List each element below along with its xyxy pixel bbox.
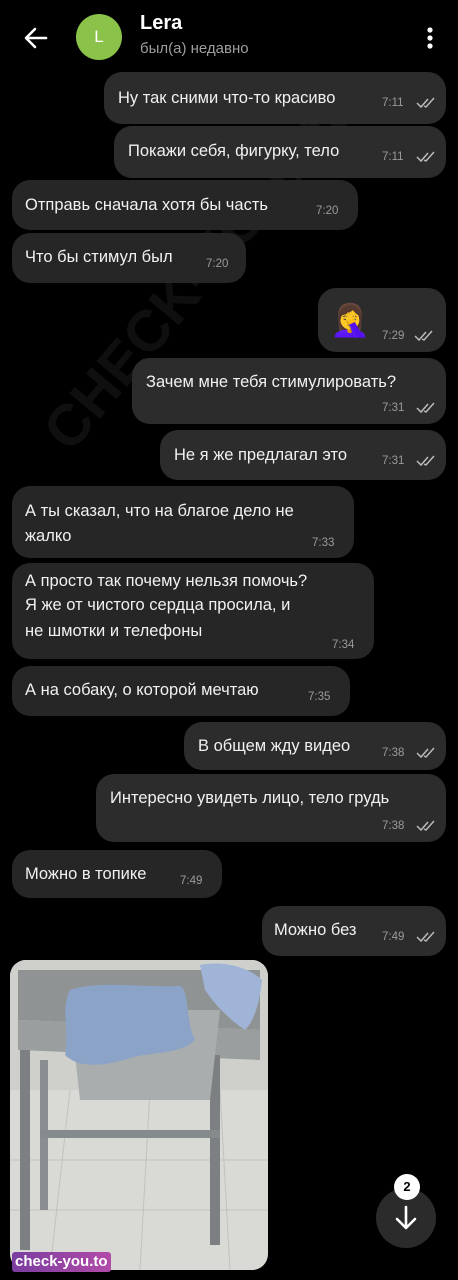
message-photo[interactable]: [10, 960, 268, 1270]
message-text: А на собаку, о которой мечтаю: [25, 681, 259, 699]
message-time: 7:20: [316, 205, 339, 217]
message-text: Что бы стимул был: [25, 248, 173, 266]
message-time: 7:31: [382, 402, 405, 414]
double-check-icon: [416, 455, 435, 467]
arrow-left-icon[interactable]: [20, 22, 52, 54]
message-time: 7:49: [382, 931, 405, 943]
message-incoming[interactable]: А просто так почему нельзя помочь? Я же …: [12, 563, 374, 659]
double-check-icon: [414, 330, 433, 342]
double-check-icon: [416, 402, 435, 414]
double-check-icon: [416, 820, 435, 832]
contact-name[interactable]: Lera: [140, 12, 182, 35]
message-outgoing[interactable]: Интересно увидеть лицо, тело грудь 7:38: [96, 774, 446, 842]
double-check-icon: [416, 151, 435, 163]
photo-attachment: [10, 960, 268, 1270]
message-outgoing[interactable]: Покажи себя, фигурку, тело 7:11: [114, 126, 446, 178]
message-outgoing[interactable]: Не я же предлагал это 7:31: [160, 430, 446, 480]
corner-watermark: check-you.to: [12, 1252, 111, 1272]
message-outgoing[interactable]: В общем жду видео 7:38: [184, 722, 446, 770]
avatar[interactable]: L: [76, 14, 122, 60]
message-time: 7:31: [382, 455, 405, 467]
message-time: 7:34: [332, 639, 355, 651]
message-text: Отправь сначала хотя бы часть: [25, 196, 268, 214]
message-text-line: не шмотки и телефоны: [25, 622, 203, 640]
message-text-line: Я же от чистого сердца просила, и: [25, 596, 291, 614]
message-time: 7:11: [382, 97, 404, 109]
message-time: 7:11: [382, 151, 404, 163]
message-incoming[interactable]: А ты сказал, что на благое дело не жалко…: [12, 486, 354, 558]
message-text-line: А ты сказал, что на благое дело не: [25, 502, 294, 520]
message-time: 7:20: [206, 258, 229, 270]
message-text: Можно без: [274, 921, 357, 939]
message-incoming[interactable]: Отправь сначала хотя бы часть 7:20: [12, 180, 358, 230]
message-incoming[interactable]: Можно в топике 7:49: [12, 850, 222, 898]
message-time: 7:35: [308, 691, 331, 703]
message-outgoing[interactable]: Можно без 7:49: [262, 906, 446, 956]
message-time: 7:38: [382, 747, 405, 759]
message-text: Не я же предлагал это: [174, 446, 348, 464]
message-outgoing[interactable]: 🤦‍♀️ 7:29: [318, 288, 446, 352]
message-text: Покажи себя, фигурку, тело: [128, 142, 340, 160]
message-text: Можно в топике: [25, 865, 147, 883]
message-time: 7:49: [180, 875, 203, 887]
message-incoming[interactable]: А на собаку, о которой мечтаю 7:35: [12, 666, 350, 716]
message-text: Зачем мне тебя стимулировать?: [146, 373, 397, 391]
double-check-icon: [416, 747, 435, 759]
message-incoming[interactable]: Что бы стимул был 7:20: [12, 233, 246, 283]
message-outgoing[interactable]: Ну так сними что-то красиво 7:11: [104, 72, 446, 124]
more-vertical-icon[interactable]: [420, 22, 440, 54]
message-text: Ну так сними что-то красиво: [118, 89, 336, 107]
message-text: В общем жду видео: [198, 737, 351, 755]
message-outgoing[interactable]: Зачем мне тебя стимулировать? 7:31: [132, 358, 446, 424]
message-time: 7:33: [312, 537, 335, 549]
message-text-line: жалко: [25, 527, 72, 545]
unread-count-badge: 2: [394, 1174, 420, 1200]
last-seen-status: был(а) недавно: [140, 40, 249, 57]
message-text-line: А просто так почему нельзя помочь?: [25, 572, 308, 590]
message-text: Интересно увидеть лицо, тело грудь: [110, 789, 390, 807]
chat-header: L Lera был(а) недавно: [0, 0, 458, 72]
double-check-icon: [416, 97, 435, 109]
message-emoji: 🤦‍♀️: [330, 302, 370, 338]
message-time: 7:29: [382, 330, 405, 342]
double-check-icon: [416, 931, 435, 943]
message-time: 7:38: [382, 820, 405, 832]
